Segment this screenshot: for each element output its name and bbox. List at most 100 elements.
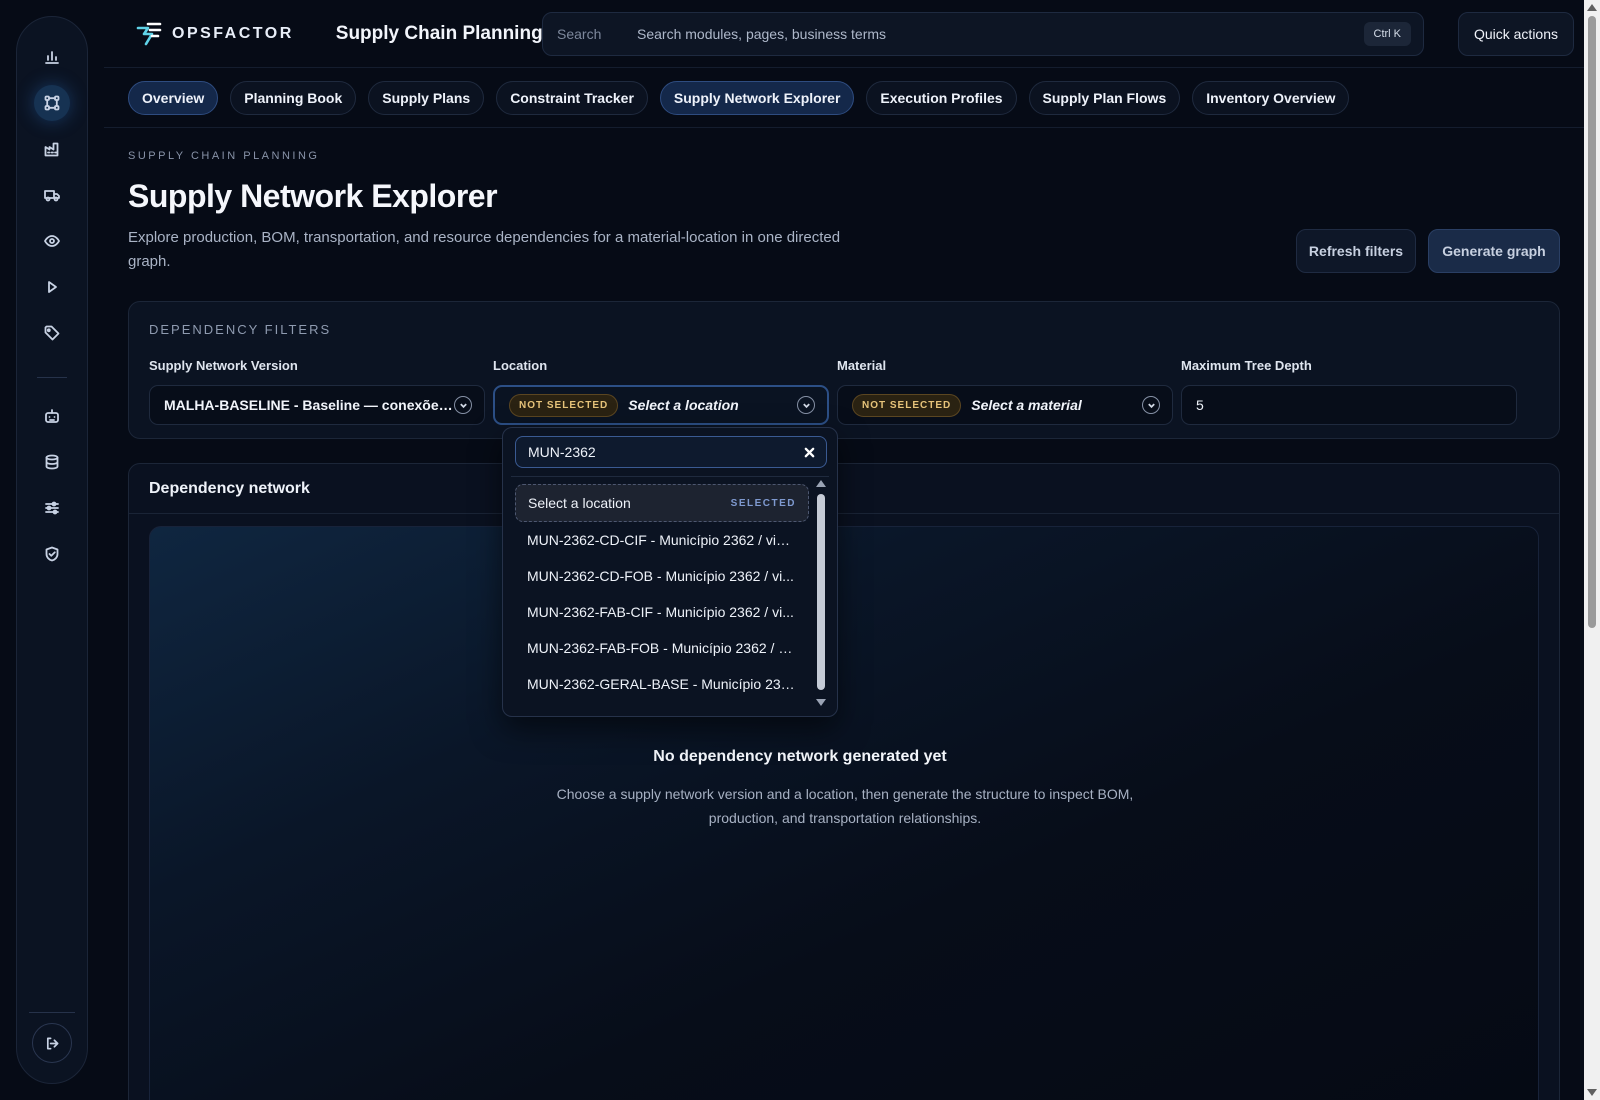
brand-name: OPSFACTOR: [172, 24, 294, 42]
sidebar-item-transport[interactable]: [34, 177, 70, 213]
logout-icon: [46, 1037, 58, 1049]
version-field: Supply Network Version MALHA-BASELINE - …: [149, 358, 485, 425]
option-label: MUN-2362-FAB-FOB - Município 2362 / vi..…: [527, 640, 797, 656]
filters-title: DEPENDENCY FILTERS: [149, 322, 332, 337]
location-search[interactable]: [515, 436, 827, 468]
location-field: Location NOT SELECTED Select a location: [493, 358, 829, 425]
location-option[interactable]: MUN-2362-CD-CIF - Município 2362 / via .…: [515, 522, 809, 558]
sidebar-rail: [16, 16, 88, 1084]
location-option[interactable]: MUN-2362-FAB-FOB - Município 2362 / vi..…: [515, 630, 809, 666]
truck-icon: [44, 190, 60, 202]
top-header: OPSFACTOR Supply Chain Planning Search C…: [104, 0, 1584, 68]
search-shortcut-badge: Ctrl K: [1363, 22, 1411, 46]
material-select[interactable]: NOT SELECTED Select a material: [837, 385, 1173, 425]
version-select[interactable]: MALHA-BASELINE - Baseline — conexões...: [149, 385, 485, 425]
material-status-badge: NOT SELECTED: [852, 393, 962, 417]
module-tabs: Overview Planning Book Supply Plans Cons…: [104, 68, 1584, 128]
sidebar-item-settings[interactable]: [34, 490, 70, 526]
close-icon: [804, 447, 814, 457]
sidebar-item-factory[interactable]: [34, 131, 70, 167]
depth-field: Maximum Tree Depth: [1181, 358, 1517, 425]
dropdown-divider: [511, 476, 829, 477]
sidebar-item-pricing[interactable]: [34, 315, 70, 351]
refresh-filters-button[interactable]: Refresh filters: [1296, 229, 1416, 273]
material-value: Select a material: [971, 397, 1082, 413]
option-label: MUN-2362-CD-FOB - Município 2362 / vi...: [527, 568, 794, 584]
dropdown-scrollbar[interactable]: [815, 480, 827, 706]
tag-icon: [44, 325, 60, 341]
scroll-up-arrow-icon[interactable]: [1587, 4, 1597, 11]
location-search-input[interactable]: [528, 444, 802, 460]
location-option-selected[interactable]: Select a location SELECTED: [515, 484, 809, 522]
material-field: Material NOT SELECTED Select a material: [837, 358, 1173, 425]
sidebar-item-execution[interactable]: [34, 269, 70, 305]
scroll-thumb[interactable]: [817, 494, 825, 690]
opsfactor-logo-icon: [136, 22, 162, 45]
chevron-down-icon: [454, 396, 472, 414]
sidebar-item-automation[interactable]: [34, 398, 70, 434]
sidebar-item-data[interactable]: [34, 444, 70, 480]
brand-logo[interactable]: OPSFACTOR: [134, 22, 294, 46]
tab-supply-plan-flows[interactable]: Supply Plan Flows: [1028, 80, 1181, 115]
version-label: Supply Network Version: [149, 358, 298, 373]
tab-inventory-overview[interactable]: Inventory Overview: [1192, 80, 1350, 115]
tab-planning-book[interactable]: Planning Book: [230, 80, 357, 115]
tab-supply-plans[interactable]: Supply Plans: [368, 80, 485, 115]
network-title: Dependency network: [129, 464, 1559, 514]
version-value: MALHA-BASELINE - Baseline — conexões...: [164, 397, 454, 413]
location-option[interactable]: MUN-2362-GERAL-BASE - Município 236...: [515, 666, 809, 702]
location-select[interactable]: NOT SELECTED Select a location: [493, 385, 829, 425]
option-label: MUN-2362-CD-CIF - Município 2362 / via .…: [527, 532, 797, 548]
empty-state-title: No dependency network generated yet: [653, 748, 947, 765]
quick-actions-button[interactable]: Quick actions: [1458, 12, 1574, 56]
search-label: Search: [557, 26, 602, 42]
page-title: Supply Network Explorer: [128, 178, 498, 214]
location-option[interactable]: MUN-2362-FAB-CIF - Município 2362 / vi..…: [515, 594, 809, 630]
scroll-down-arrow-icon[interactable]: [1587, 1089, 1597, 1096]
database-icon: [45, 454, 59, 470]
sidebar-item-security[interactable]: [34, 536, 70, 572]
chevron-down-icon: [1142, 396, 1160, 414]
empty-state-description: Choose a supply network version and a lo…: [556, 786, 1134, 826]
location-value: Select a location: [628, 397, 739, 413]
selected-badge: SELECTED: [730, 497, 796, 509]
tab-constraint-tracker[interactable]: Constraint Tracker: [496, 80, 648, 115]
tab-overview[interactable]: Overview: [128, 80, 219, 115]
page-scroll-thumb[interactable]: [1588, 16, 1596, 628]
generate-graph-button[interactable]: Generate graph: [1428, 229, 1560, 273]
sliders-icon: [45, 501, 59, 515]
tab-execution-profiles[interactable]: Execution Profiles: [866, 80, 1017, 115]
page-scrollbar[interactable]: [1584, 0, 1600, 1100]
network-icon: [44, 95, 60, 111]
eye-icon: [44, 235, 60, 247]
shield-check-icon: [45, 546, 59, 562]
option-label: MUN-2362-FAB-CIF - Município 2362 / vi..…: [527, 604, 794, 620]
clear-search-button[interactable]: [802, 445, 816, 459]
page-eyebrow: SUPPLY CHAIN PLANNING: [128, 150, 320, 162]
bar-chart-icon: [45, 51, 59, 64]
factory-icon: [44, 142, 59, 157]
scroll-up-arrow-icon[interactable]: [816, 480, 826, 487]
dependency-filters-card: DEPENDENCY FILTERS Supply Network Versio…: [128, 301, 1560, 439]
sidebar-item-network[interactable]: [34, 85, 70, 121]
robot-icon: [45, 409, 59, 423]
location-option[interactable]: MUN-2362-CD-FOB - Município 2362 / vi...: [515, 558, 809, 594]
app-title: Supply Chain Planning: [335, 22, 543, 44]
location-status-badge: NOT SELECTED: [509, 393, 619, 417]
search-input[interactable]: [637, 26, 1364, 42]
option-label: MUN-2362-GERAL-BASE - Município 236...: [527, 676, 797, 692]
global-search[interactable]: Search Ctrl K: [542, 12, 1424, 56]
material-label: Material: [837, 358, 887, 373]
sidebar-item-visibility[interactable]: [34, 223, 70, 259]
sidebar-item-analytics[interactable]: [34, 39, 70, 75]
scroll-down-arrow-icon[interactable]: [816, 699, 826, 706]
tab-supply-network-explorer[interactable]: Supply Network Explorer: [659, 80, 855, 115]
location-label: Location: [493, 358, 548, 373]
depth-label: Maximum Tree Depth: [1181, 358, 1312, 373]
page-description: Explore production, BOM, transportation,…: [128, 229, 841, 270]
sidebar-bottom-divider: [29, 1012, 75, 1013]
max-tree-depth-input[interactable]: [1181, 385, 1517, 425]
logout-button[interactable]: [32, 1023, 72, 1063]
play-icon: [48, 281, 57, 293]
chevron-down-icon: [797, 396, 815, 414]
